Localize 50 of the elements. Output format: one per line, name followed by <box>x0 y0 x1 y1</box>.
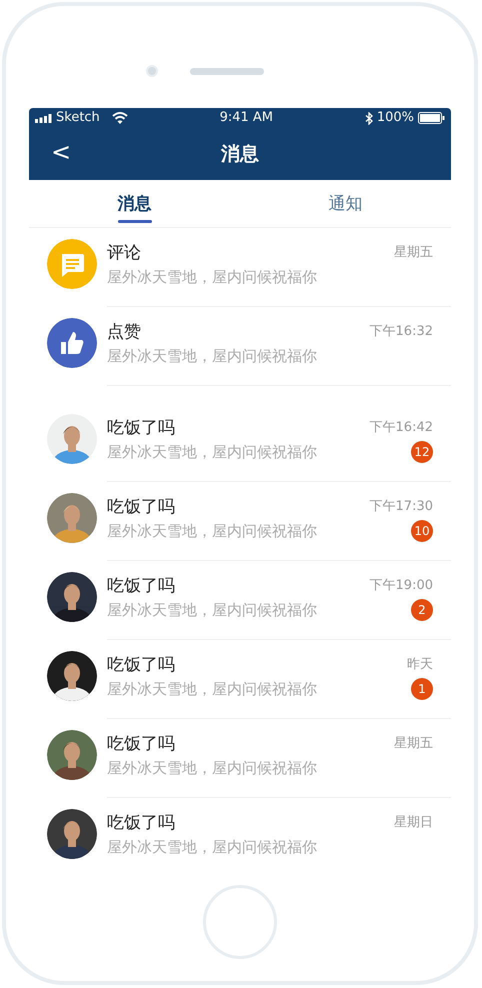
message-time: 昨天 <box>407 656 433 674</box>
wifi-icon <box>112 112 128 124</box>
message-preview: 屋外冰天雪地，屋内问候祝福你 <box>107 521 317 542</box>
unread-count: 10 <box>411 520 433 542</box>
message-time: 下午16:42 <box>370 419 433 437</box>
message-row[interactable]: 评论 星期五 屋外冰天雪地，屋内问候祝福你 <box>29 228 451 307</box>
contact-name: 评论 <box>107 242 141 265</box>
tab[interactable]: 消息 <box>118 192 152 223</box>
contact-name: 吃饭了吗 <box>107 496 175 519</box>
message-time: 星期五 <box>394 735 433 753</box>
message-row[interactable]: 吃饭了吗 昨天 屋外冰天雪地，屋内问候祝福你 1 <box>29 640 451 719</box>
message-row[interactable]: 吃饭了吗 下午16:42 屋外冰天雪地，屋内问候祝福你 12 <box>29 403 451 482</box>
message-time: 星期日 <box>394 814 433 832</box>
bluetooth-icon <box>364 112 373 124</box>
contact-name: 吃饭了吗 <box>107 733 175 756</box>
message-preview: 屋外冰天雪地，屋内问候祝福你 <box>107 346 317 367</box>
contact-name: 吃饭了吗 <box>107 654 175 677</box>
message-row[interactable]: 点赞 下午16:32 屋外冰天雪地，屋内问候祝福你 <box>29 307 451 386</box>
message-time: 下午16:32 <box>370 323 433 341</box>
contact-name: 吃饭了吗 <box>107 812 175 835</box>
thumbs-up-icon <box>47 318 97 368</box>
battery-icon <box>418 112 445 124</box>
message-time: 下午17:30 <box>370 498 433 516</box>
signal-icon <box>35 114 52 122</box>
message-preview: 屋外冰天雪地，屋内问候祝福你 <box>107 758 317 779</box>
contact-name: 吃饭了吗 <box>107 575 175 598</box>
message-preview: 屋外冰天雪地，屋内问候祝福你 <box>107 442 317 463</box>
comment-icon <box>47 239 97 289</box>
status-time: 9:41 AM <box>220 109 274 128</box>
contact-name: 吃饭了吗 <box>107 417 175 440</box>
message-time: 星期五 <box>394 244 433 262</box>
battery-percent: 100% <box>376 109 414 128</box>
back-button[interactable]: < <box>51 140 72 164</box>
contact-name: 点赞 <box>107 321 141 344</box>
message-preview: 屋外冰天雪地，屋内问候祝福你 <box>107 837 317 858</box>
unread-count: 2 <box>411 599 433 621</box>
unread-count: 1 <box>411 678 433 700</box>
message-preview: 屋外冰天雪地，屋内问候祝福你 <box>107 679 317 700</box>
tab[interactable]: 通知 <box>328 192 362 223</box>
unread-count: 12 <box>411 441 433 463</box>
message-row[interactable]: 吃饭了吗 下午19:00 屋外冰天雪地，屋内问候祝福你 2 <box>29 561 451 640</box>
message-preview: 屋外冰天雪地，屋内问候祝福你 <box>107 267 317 288</box>
message-time: 下午19:00 <box>370 577 433 595</box>
carrier-name: Sketch <box>56 109 100 128</box>
camera-dot <box>146 65 158 77</box>
message-row[interactable]: 吃饭了吗 星期五 屋外冰天雪地，屋内问候祝福你 <box>29 719 451 798</box>
message-preview: 屋外冰天雪地，屋内问候祝福你 <box>107 600 317 621</box>
message-row[interactable]: 吃饭了吗 下午17:30 屋外冰天雪地，屋内问候祝福你 10 <box>29 482 451 561</box>
screen-title: 消息 <box>221 142 259 167</box>
message-row[interactable]: 吃饭了吗 星期日 屋外冰天雪地，屋内问候祝福你 <box>29 798 451 860</box>
